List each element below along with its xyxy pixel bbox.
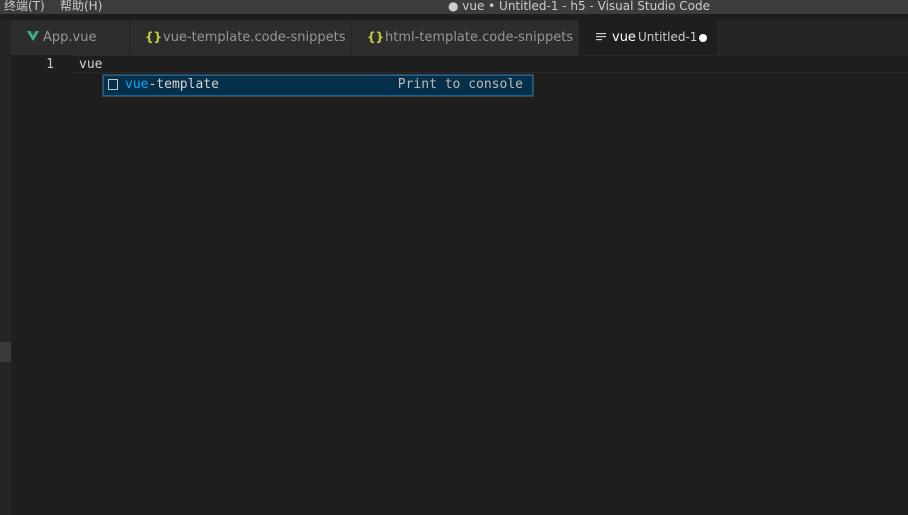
tab-html-template-snippets[interactable]: {} html-template.code-snippets [352, 20, 579, 55]
vue-icon [27, 20, 39, 55]
unsaved-dot-icon[interactable] [699, 34, 707, 42]
code-editor[interactable]: 1 vue [11, 55, 908, 515]
tab-description: Untitled-1 [638, 30, 698, 44]
suggest-label: vue-template [125, 75, 219, 95]
text-lines-icon [596, 20, 606, 55]
tab-label: vue [612, 30, 636, 45]
tab-label: vue-template.code-snippets [163, 30, 346, 45]
scroll-marker[interactable] [0, 342, 11, 362]
code-line[interactable]: vue [79, 56, 102, 74]
current-line-highlight [72, 55, 908, 73]
snippet-icon [108, 79, 118, 90]
tab-label: html-template.code-snippets [385, 30, 574, 45]
tab-untitled-1[interactable]: vue Untitled-1 [579, 20, 718, 55]
json-braces-icon: {} [367, 30, 385, 44]
editor-tab-bar: App.vue {} vue-template.code-snippets {}… [0, 20, 908, 55]
tab-vue-template-snippets[interactable]: {} vue-template.code-snippets [130, 20, 352, 55]
suggest-label-rest: -template [148, 77, 219, 92]
suggest-label-match: vue [125, 77, 149, 92]
title-bar: 终端(T) 帮助(H) ● vue • Untitled-1 - h5 - Vi… [0, 0, 908, 14]
left-gutter-strip [0, 55, 11, 515]
tab-label: App.vue [43, 30, 97, 45]
window-title: ● vue • Untitled-1 - h5 - Visual Studio … [447, 0, 711, 13]
line-number: 1 [46, 57, 54, 72]
suggest-detail: Print to console [397, 77, 523, 92]
tab-app-vue[interactable]: App.vue [11, 20, 130, 55]
suggest-item[interactable]: vue-template Print to console [103, 75, 533, 96]
suggest-widget: vue-template Print to console [102, 74, 534, 97]
json-braces-icon: {} [145, 30, 163, 44]
